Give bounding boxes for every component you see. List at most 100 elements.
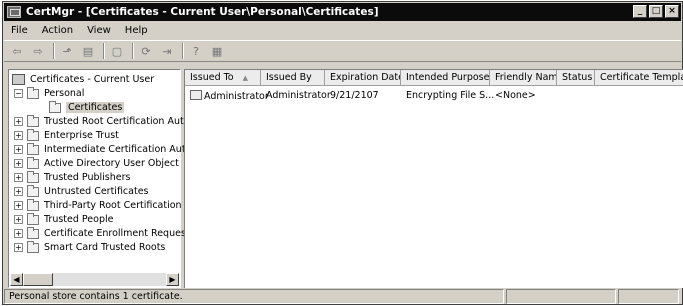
toolbar-separator xyxy=(53,43,55,59)
menu-file[interactable]: File xyxy=(4,25,35,36)
tree-item-label: Certificate Enrollment Request xyxy=(44,228,190,239)
tree-item-label: Personal xyxy=(44,88,85,99)
scroll-right-icon[interactable]: ▶ xyxy=(166,273,179,286)
expand-icon[interactable]: + xyxy=(14,131,23,140)
console-tree[interactable]: Certificates - Current User − Personal C… xyxy=(8,69,190,288)
tree-item-label: Smart Card Trusted Roots xyxy=(44,242,166,253)
toolbar-separator xyxy=(182,43,184,59)
toolbar-separator xyxy=(132,43,134,59)
column-header-status[interactable]: Status xyxy=(557,70,595,86)
column-header-certificate-template[interactable]: Certificate Template xyxy=(595,70,683,86)
tree-root[interactable]: Certificates - Current User xyxy=(12,73,154,86)
scroll-thumb[interactable] xyxy=(23,273,53,286)
tree-horizontal-scrollbar[interactable]: ◀ ▶ xyxy=(10,273,179,286)
collapse-icon[interactable]: − xyxy=(14,89,23,98)
column-header-issued-to[interactable]: Issued To ▲ xyxy=(185,70,261,86)
tree-item-enterprise-trust[interactable]: + Enterprise Trust xyxy=(14,128,119,142)
column-header-intended-purposes[interactable]: Intended Purposes xyxy=(401,70,490,86)
column-header-friendly-name[interactable]: Friendly Name xyxy=(490,70,557,86)
certificate-icon xyxy=(190,90,202,100)
folder-icon xyxy=(27,156,39,169)
tree-item-personal[interactable]: − Personal xyxy=(14,86,85,100)
folder-icon xyxy=(27,198,39,211)
tree-item-trusted-publishers[interactable]: + Trusted Publishers xyxy=(14,170,131,184)
tree-item-label: Active Directory User Object xyxy=(44,158,179,169)
folder-icon xyxy=(27,240,39,253)
scroll-left-icon[interactable]: ◀ xyxy=(10,273,23,286)
toolbar-separator xyxy=(103,43,105,59)
menu-view[interactable]: View xyxy=(80,25,118,36)
tree-item-certificates[interactable]: Certificates xyxy=(49,100,125,114)
tree-item-label: Trusted Publishers xyxy=(44,172,131,183)
tree-item-trusted-root[interactable]: + Trusted Root Certification Autl xyxy=(14,114,187,128)
maximize-button[interactable]: □ xyxy=(649,5,663,18)
certificates-snapin-icon xyxy=(12,74,25,85)
tree-item-smart-card-roots[interactable]: + Smart Card Trusted Roots xyxy=(14,240,166,254)
export-icon[interactable]: ⇥ xyxy=(158,43,176,59)
status-panel xyxy=(618,289,679,304)
tree-item-trusted-people[interactable]: + Trusted People xyxy=(14,212,114,226)
refresh-icon[interactable]: ⟳ xyxy=(137,43,155,59)
expand-icon[interactable]: + xyxy=(14,229,23,238)
expand-icon[interactable]: + xyxy=(14,215,23,224)
column-label: Issued To xyxy=(190,72,234,83)
folder-icon xyxy=(27,128,39,141)
column-header-expiration-date[interactable]: Expiration Date xyxy=(325,70,401,86)
cell-text: Administrator xyxy=(204,91,269,102)
folder-icon xyxy=(49,100,61,113)
sort-ascending-icon: ▲ xyxy=(242,74,249,82)
tree-root-label: Certificates - Current User xyxy=(30,74,155,85)
up-folder-icon[interactable]: ⬏ xyxy=(58,43,76,59)
column-header-issued-by[interactable]: Issued By xyxy=(261,70,325,86)
expand-icon[interactable]: + xyxy=(14,173,23,182)
tree-item-label: Trusted People xyxy=(44,214,114,225)
expand-icon[interactable]: + xyxy=(14,243,23,252)
expand-icon[interactable]: + xyxy=(14,117,23,126)
properties-icon[interactable]: ▦ xyxy=(208,43,226,59)
cell-friendly-name: <None> xyxy=(495,90,536,101)
status-bar: Personal store contains 1 certificate. xyxy=(4,289,681,305)
tree-item-label: Intermediate Certification Autl xyxy=(44,144,189,155)
application-window: CertMgr - [Certificates - Current User\P… xyxy=(2,1,683,305)
window-title: CertMgr - [Certificates - Current User\P… xyxy=(26,6,379,18)
toolbar: ⇦ ⇨ ⬏ ▤ ▢ ⟳ ⇥ ? ▦ xyxy=(4,40,681,62)
expand-icon[interactable]: + xyxy=(14,145,23,154)
show-tree-icon[interactable]: ▤ xyxy=(79,43,97,59)
tree-item-label: Enterprise Trust xyxy=(44,130,119,141)
certmgr-app-icon[interactable] xyxy=(7,6,21,18)
folder-icon xyxy=(27,170,39,183)
folder-icon xyxy=(27,86,39,99)
folder-icon xyxy=(27,226,39,239)
expand-icon[interactable]: + xyxy=(14,159,23,168)
expand-icon[interactable]: + xyxy=(14,187,23,196)
cell-intended-purposes: Encrypting File S... xyxy=(406,90,495,101)
help-icon[interactable]: ? xyxy=(187,43,205,59)
tree-item-label: Trusted Root Certification Autl xyxy=(44,116,187,127)
back-icon[interactable]: ⇦ xyxy=(8,43,26,59)
tree-item-third-party-root[interactable]: + Third-Party Root Certification / xyxy=(14,198,188,212)
folder-icon xyxy=(27,114,39,127)
folder-icon xyxy=(27,184,39,197)
tree-item-ad-user-object[interactable]: + Active Directory User Object xyxy=(14,156,179,170)
menu-help[interactable]: Help xyxy=(118,25,155,36)
menu-bar: File Action View Help xyxy=(4,22,681,39)
forward-icon[interactable]: ⇨ xyxy=(29,43,47,59)
tree-item-label: Untrusted Certificates xyxy=(44,186,149,197)
status-panel xyxy=(506,289,616,304)
expand-icon[interactable]: + xyxy=(14,201,23,210)
close-button[interactable]: × xyxy=(665,5,679,18)
title-bar[interactable]: CertMgr - [Certificates - Current User\P… xyxy=(4,3,681,21)
cell-issued-by: Administrator xyxy=(266,90,331,101)
tree-item-label: Third-Party Root Certification / xyxy=(44,200,188,211)
copy-icon[interactable]: ▢ xyxy=(108,43,126,59)
certificate-list[interactable]: Issued To ▲ Issued By Expiration Date In… xyxy=(184,69,683,288)
menu-action[interactable]: Action xyxy=(35,25,80,36)
tree-item-untrusted[interactable]: + Untrusted Certificates xyxy=(14,184,149,198)
folder-icon xyxy=(27,212,39,225)
minimize-button[interactable]: _ xyxy=(633,5,647,18)
tree-item-enrollment-request[interactable]: + Certificate Enrollment Request xyxy=(14,226,190,240)
scroll-track[interactable] xyxy=(53,273,166,286)
tree-item-intermediate[interactable]: + Intermediate Certification Autl xyxy=(14,142,189,156)
cell-expiration-date: 9/21/2107 xyxy=(330,90,379,101)
tree-item-label: Certificates xyxy=(66,102,125,113)
